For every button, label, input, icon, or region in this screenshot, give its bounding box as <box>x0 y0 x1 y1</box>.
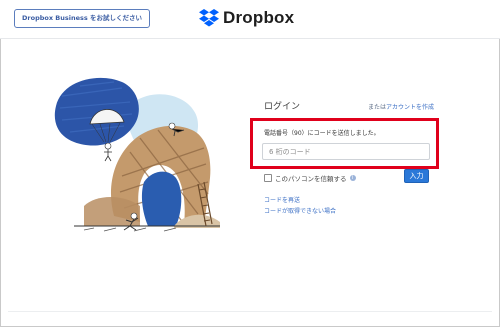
create-account-row: またはアカウントを作成 <box>368 102 434 111</box>
trust-computer-checkbox[interactable] <box>264 174 272 182</box>
verification-code-input[interactable] <box>262 143 430 160</box>
submit-button[interactable]: 入力 <box>404 169 429 183</box>
info-icon[interactable]: i <box>349 175 356 181</box>
trust-computer-label[interactable]: このパソコンを信頼する <box>275 173 347 183</box>
trust-computer-row: このパソコンを信頼する i <box>264 173 356 183</box>
dropbox-icon <box>199 9 219 27</box>
dropbox-logo[interactable]: Dropbox <box>199 6 294 30</box>
or-text: または <box>367 104 386 111</box>
brand-name: Dropbox <box>223 8 295 27</box>
create-account-link[interactable]: アカウントを作成 <box>386 104 434 111</box>
footer-divider <box>8 311 492 312</box>
business-trial-button[interactable]: Dropbox Business をお試しください <box>14 9 151 28</box>
cannot-receive-code-link[interactable]: コードが取得できない場合 <box>264 206 336 215</box>
resend-code-link[interactable]: コードを再送 <box>264 195 300 204</box>
top-bar: Dropbox Business をお試しください Dropbox <box>0 0 500 39</box>
login-title: ログイン <box>264 102 301 112</box>
code-sent-message: 電話番号（90）にコードを送信しました。 <box>264 130 380 137</box>
login-illustration <box>54 77 220 232</box>
